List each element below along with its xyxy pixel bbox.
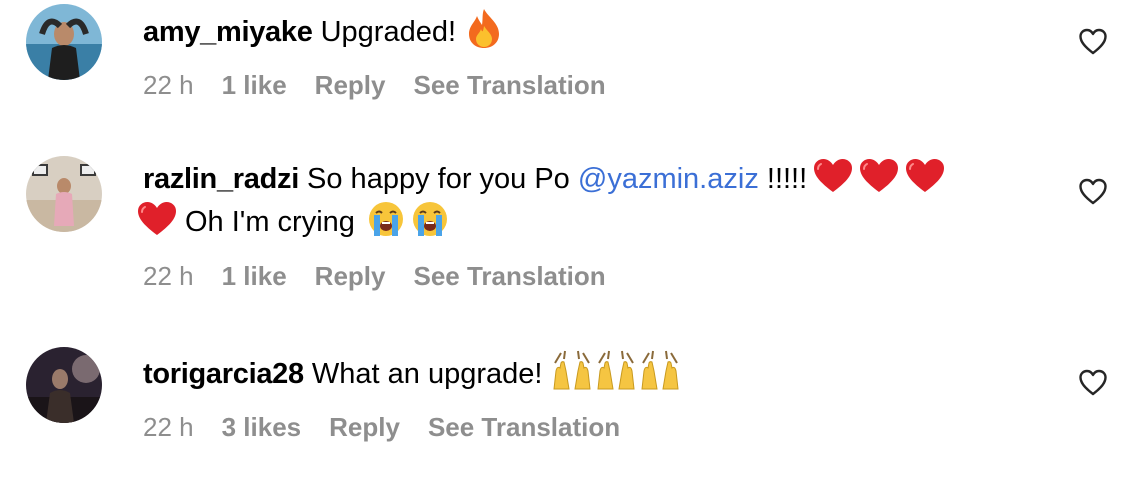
comment-time: 22 h bbox=[143, 412, 194, 442]
see-translation-button[interactable]: See Translation bbox=[428, 412, 620, 443]
like-heart-icon[interactable] bbox=[1078, 177, 1108, 207]
likes-count[interactable]: 1 like bbox=[222, 70, 287, 101]
see-translation-button[interactable]: See Translation bbox=[413, 70, 605, 101]
comment-message: So happy for you Po bbox=[307, 163, 570, 195]
reply-button[interactable]: Reply bbox=[315, 70, 386, 101]
comment-message: What an upgrade! bbox=[311, 358, 543, 390]
comment-message-line-2: Oh I'm crying bbox=[185, 206, 355, 238]
fire-icon bbox=[466, 7, 502, 49]
loudly-crying-face-icon bbox=[367, 200, 405, 238]
comment-time: 22 h bbox=[143, 261, 194, 291]
comment-meta: 22 h 3 likes Reply See Translation bbox=[143, 412, 648, 443]
comment-message: Upgraded! bbox=[320, 16, 457, 48]
like-heart-icon[interactable] bbox=[1078, 27, 1108, 57]
see-translation-button[interactable]: See Translation bbox=[413, 261, 605, 292]
red-heart-icon bbox=[137, 201, 177, 237]
likes-count[interactable]: 1 like bbox=[222, 261, 287, 292]
comment-text: torigarcia28 What an upgrade! bbox=[143, 349, 1043, 395]
comment-meta: 22 h 1 like Reply See Translation bbox=[143, 261, 634, 292]
likes-count[interactable]: 3 likes bbox=[222, 412, 302, 443]
reply-button[interactable]: Reply bbox=[315, 261, 386, 292]
avatar[interactable] bbox=[26, 4, 102, 80]
red-heart-icon bbox=[905, 158, 945, 194]
comment-username[interactable]: torigarcia28 bbox=[143, 358, 304, 390]
red-heart-icon bbox=[813, 158, 853, 194]
raising-hands-icon bbox=[640, 349, 680, 391]
comment-text-line-2: Oh I'm crying bbox=[137, 200, 1043, 243]
red-heart-icon bbox=[859, 158, 899, 194]
comment-message-end: !!!!! bbox=[766, 163, 808, 195]
raising-hands-icon bbox=[596, 349, 636, 391]
comment-time: 22 h bbox=[143, 70, 194, 100]
comment-username[interactable]: amy_miyake bbox=[143, 16, 313, 48]
avatar[interactable] bbox=[26, 347, 102, 423]
raising-hands-icon bbox=[552, 349, 592, 391]
comment-username[interactable]: razlin_radzi bbox=[143, 163, 299, 195]
avatar[interactable] bbox=[26, 156, 102, 232]
loudly-crying-face-icon bbox=[411, 200, 449, 238]
comment-text: razlin_radzi So happy for you Po @yazmin… bbox=[143, 158, 1043, 200]
reply-button[interactable]: Reply bbox=[329, 412, 400, 443]
comment-text: amy_miyake Upgraded! bbox=[143, 7, 1043, 53]
comment-meta: 22 h 1 like Reply See Translation bbox=[143, 70, 634, 101]
like-heart-icon[interactable] bbox=[1078, 368, 1108, 398]
mention-link[interactable]: @yazmin.aziz bbox=[578, 163, 759, 195]
